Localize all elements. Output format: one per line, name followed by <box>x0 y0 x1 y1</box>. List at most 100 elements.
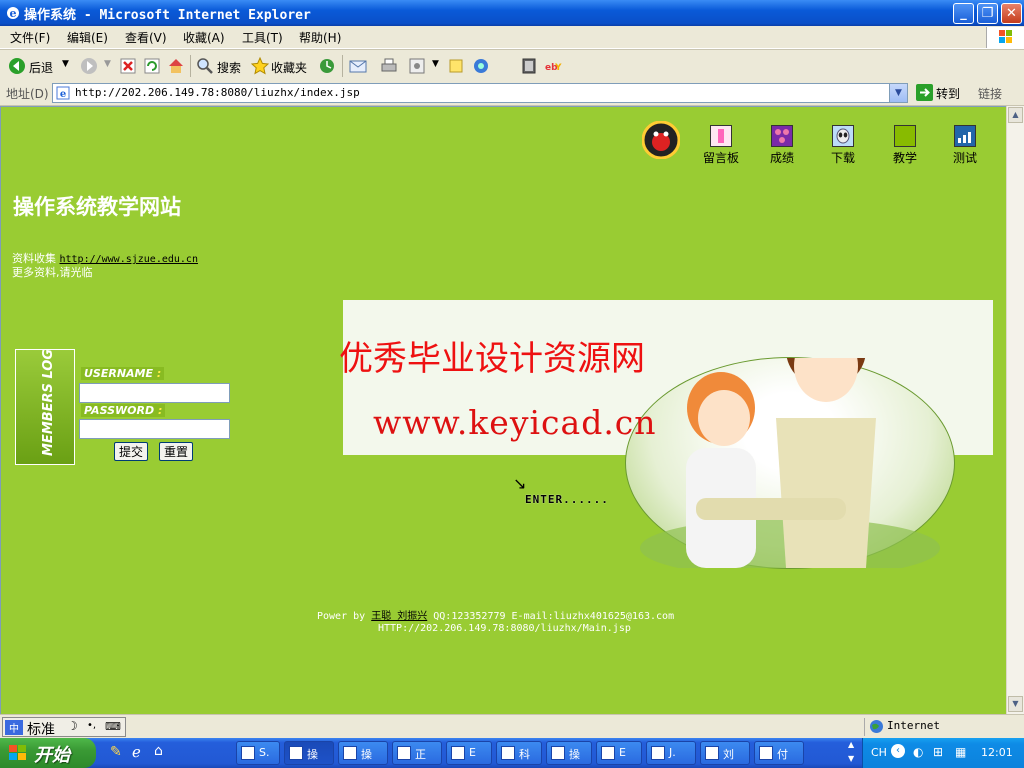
task-button[interactable]: E <box>596 741 642 765</box>
start-button[interactable]: 开始 <box>0 738 96 768</box>
start-label: 开始 <box>34 745 70 766</box>
address-bar: 地址(D) e http://202.206.149.78:8080/liuzh… <box>0 82 1024 106</box>
punctuation-icon[interactable]: •, <box>87 720 96 731</box>
discuss-icon[interactable] <box>446 56 466 76</box>
links-label[interactable]: 链接 <box>978 85 1002 102</box>
forward-icon[interactable] <box>79 56 99 76</box>
members-login-badge: MEMBERS LOGIN <box>15 349 75 465</box>
globe-icon <box>870 720 883 733</box>
messenger-icon[interactable] <box>471 56 491 76</box>
favorites-star-icon[interactable] <box>250 56 270 76</box>
test-icon[interactable] <box>954 125 976 147</box>
username-input[interactable] <box>79 383 230 403</box>
task-button[interactable]: E <box>446 741 492 765</box>
forward-dropdown-icon[interactable]: ▼ <box>104 59 111 69</box>
back-button[interactable]: 后退 <box>29 59 53 76</box>
nav-teaching[interactable]: 教学 <box>880 149 930 166</box>
grades-icon[interactable] <box>771 125 793 147</box>
windows-flag-icon <box>9 745 26 760</box>
svg-text:MEMBERS LOGIN: MEMBERS LOGIN <box>41 350 56 456</box>
task-button[interactable]: S. <box>236 741 280 765</box>
print-icon[interactable] <box>379 56 399 76</box>
home-icon[interactable] <box>166 56 186 76</box>
nav-test[interactable]: 测试 <box>940 149 990 166</box>
guestbook-icon[interactable] <box>710 125 732 147</box>
task-icon <box>343 746 357 760</box>
task-button[interactable]: 刘 <box>700 741 750 765</box>
task-button[interactable]: J. <box>646 741 696 765</box>
task-button[interactable]: 正 <box>392 741 442 765</box>
edit-dropdown-icon[interactable]: ▼ <box>432 59 439 69</box>
menu-view[interactable]: 查看(V) <box>125 29 167 46</box>
teaching-icon[interactable] <box>894 125 916 147</box>
maximize-button[interactable]: ❐ <box>977 3 998 24</box>
task-button[interactable]: 操 <box>546 741 592 765</box>
favorites-button[interactable]: 收藏夹 <box>271 59 307 76</box>
task-label: 操 <box>307 748 318 761</box>
svg-text:Y: Y <box>554 63 562 73</box>
quicklaunch-desktop-icon[interactable]: ⌂ <box>154 743 163 759</box>
taskbar-scroll-down-icon[interactable]: ▼ <box>848 754 854 763</box>
vertical-scrollbar[interactable]: ▲ ▼ <box>1006 106 1024 714</box>
password-input[interactable] <box>79 419 230 439</box>
tray-expand-icon[interactable]: ‹ <box>891 744 905 758</box>
stop-icon[interactable] <box>118 56 138 76</box>
menu-help[interactable]: 帮助(H) <box>299 29 341 46</box>
tray-app-icon[interactable]: ◐ <box>913 745 923 759</box>
quicklaunch-ie-icon[interactable]: ℯ <box>132 743 141 761</box>
footer-contact: QQ:123352779 E-mail:liuzhx401625@163.com <box>433 611 675 622</box>
task-button[interactable]: 操 <box>338 741 388 765</box>
scroll-up-icon[interactable]: ▲ <box>1008 107 1023 123</box>
menu-file[interactable]: 文件(F) <box>10 29 50 46</box>
quicklaunch-pen-icon[interactable]: ✎ <box>110 744 122 760</box>
ie-icon: e <box>7 7 19 20</box>
go-button[interactable]: 转到 <box>914 83 970 103</box>
password-colon: : <box>157 404 163 417</box>
edit-icon[interactable] <box>407 56 427 76</box>
scroll-down-icon[interactable]: ▼ <box>1008 696 1023 712</box>
back-dropdown-icon[interactable]: ▼ <box>62 59 69 69</box>
task-button[interactable]: 付 <box>754 741 804 765</box>
footer-authors-link[interactable]: 王聪 刘振兴 <box>371 611 427 622</box>
svg-text:e: e <box>60 89 66 100</box>
task-label: 正 <box>415 748 426 761</box>
history-icon[interactable] <box>317 56 337 76</box>
language-indicator[interactable]: CH <box>871 746 887 759</box>
ebay-icon[interactable]: eb Y <box>543 56 563 76</box>
back-icon[interactable] <box>7 56 27 76</box>
address-dropdown-icon[interactable]: ▼ <box>889 84 907 102</box>
mail-icon[interactable] <box>348 56 368 76</box>
task-icon <box>289 746 303 760</box>
windows-flag-icon <box>999 30 1012 43</box>
nav-guestbook[interactable]: 留言板 <box>696 149 746 166</box>
tray-network-icon[interactable]: ⊞ <box>933 745 943 759</box>
close-button[interactable]: ✕ <box>1001 3 1022 24</box>
nav-grades[interactable]: 成绩 <box>757 149 807 166</box>
research-icon[interactable] <box>519 56 539 76</box>
search-button[interactable]: 搜索 <box>217 59 241 76</box>
download-icon[interactable] <box>832 125 854 147</box>
task-button[interactable]: 科 <box>496 741 542 765</box>
menu-tools[interactable]: 工具(T) <box>242 29 283 46</box>
task-icon <box>705 746 719 760</box>
toolbar-separator <box>342 55 343 77</box>
minimize-button[interactable]: _ <box>953 3 974 24</box>
menu-favorites[interactable]: 收藏(A) <box>183 29 225 46</box>
task-button-active[interactable]: 操 <box>284 741 334 765</box>
submit-button[interactable]: 提交 <box>114 442 149 461</box>
ime-toolbar[interactable]: 中 标准 ☽ •, ⌨ <box>2 717 126 739</box>
address-input[interactable]: e http://202.206.149.78:8080/liuzhx/inde… <box>52 83 908 103</box>
keyboard-icon[interactable]: ⌨ <box>105 720 121 733</box>
nav-download[interactable]: 下载 <box>818 149 868 166</box>
reset-button[interactable]: 重置 <box>159 442 194 461</box>
moon-icon[interactable]: ☽ <box>67 719 78 733</box>
tray-volume-icon[interactable]: ▦ <box>955 745 966 759</box>
menu-edit[interactable]: 编辑(E) <box>67 29 108 46</box>
enter-link[interactable]: ENTER...... <box>525 493 609 506</box>
ime-mode[interactable]: 标准 <box>27 719 55 739</box>
refresh-icon[interactable] <box>142 56 162 76</box>
task-label: E <box>469 746 476 759</box>
taskbar-scroll-up-icon[interactable]: ▲ <box>848 740 854 749</box>
search-icon[interactable] <box>195 56 215 76</box>
info-line-2: 更多资料,请光临 <box>12 266 93 279</box>
